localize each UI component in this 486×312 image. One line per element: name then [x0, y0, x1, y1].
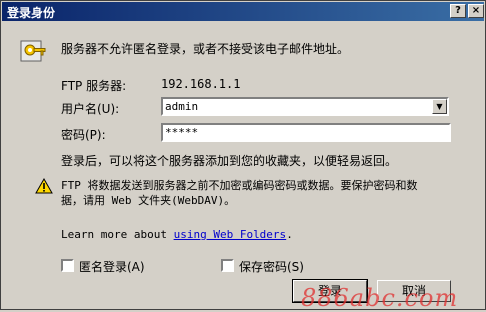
learn-more-prefix: Learn more about: [61, 228, 167, 241]
title-bar: 登录身份 ? ×: [2, 2, 484, 21]
warning-line-1: FTP 将数据发送到服务器之前不加密或编码密码或数据。要保护密码和数: [61, 179, 418, 192]
after-login-text: 登录后，可以将这个服务器添加到您的收藏夹，以便轻易返回。: [61, 154, 398, 168]
learn-more-suffix: .: [286, 228, 293, 241]
web-folders-link[interactable]: using Web Folders: [174, 228, 287, 241]
password-label: 密码(P):: [61, 128, 106, 142]
warning-line-2: 据，请用 Web 文件夹(WebDAV)。: [61, 194, 236, 207]
watermark: 886abc.com: [301, 284, 459, 312]
server-value: 192.168.1.1: [161, 77, 241, 91]
warning-icon: [35, 178, 53, 194]
login-message: 服务器不允许匿名登录，或者不接受该电子邮件地址。: [61, 42, 350, 56]
dialog-title: 登录身份: [7, 6, 56, 20]
anonymous-login-label[interactable]: 匿名登录(A): [79, 258, 145, 275]
password-field[interactable]: [161, 123, 451, 142]
password-input[interactable]: [163, 125, 447, 140]
chevron-down-icon[interactable]: ▼: [432, 99, 447, 114]
learn-more: Learn more about using Web Folders.: [61, 228, 293, 241]
save-password-label[interactable]: 保存密码(S): [239, 258, 304, 275]
close-button[interactable]: ×: [468, 4, 484, 18]
username-combobox[interactable]: ▼: [161, 97, 449, 116]
security-warning: FTP 将数据发送到服务器之前不加密或编码密码或数据。要保护密码和数 据，请用 …: [61, 178, 461, 208]
save-password-checkbox[interactable]: [221, 259, 234, 272]
username-label: 用户名(U):: [61, 102, 120, 116]
help-button[interactable]: ?: [450, 4, 466, 18]
key-icon: [20, 40, 46, 62]
username-input[interactable]: [163, 99, 433, 114]
anonymous-login-checkbox[interactable]: [61, 259, 74, 272]
login-dialog: 登录身份 ? × 服务器不允许匿名登录，或者不接受该电子邮件地址。 FTP 服务…: [0, 0, 486, 312]
server-label: FTP 服务器:: [61, 79, 127, 93]
